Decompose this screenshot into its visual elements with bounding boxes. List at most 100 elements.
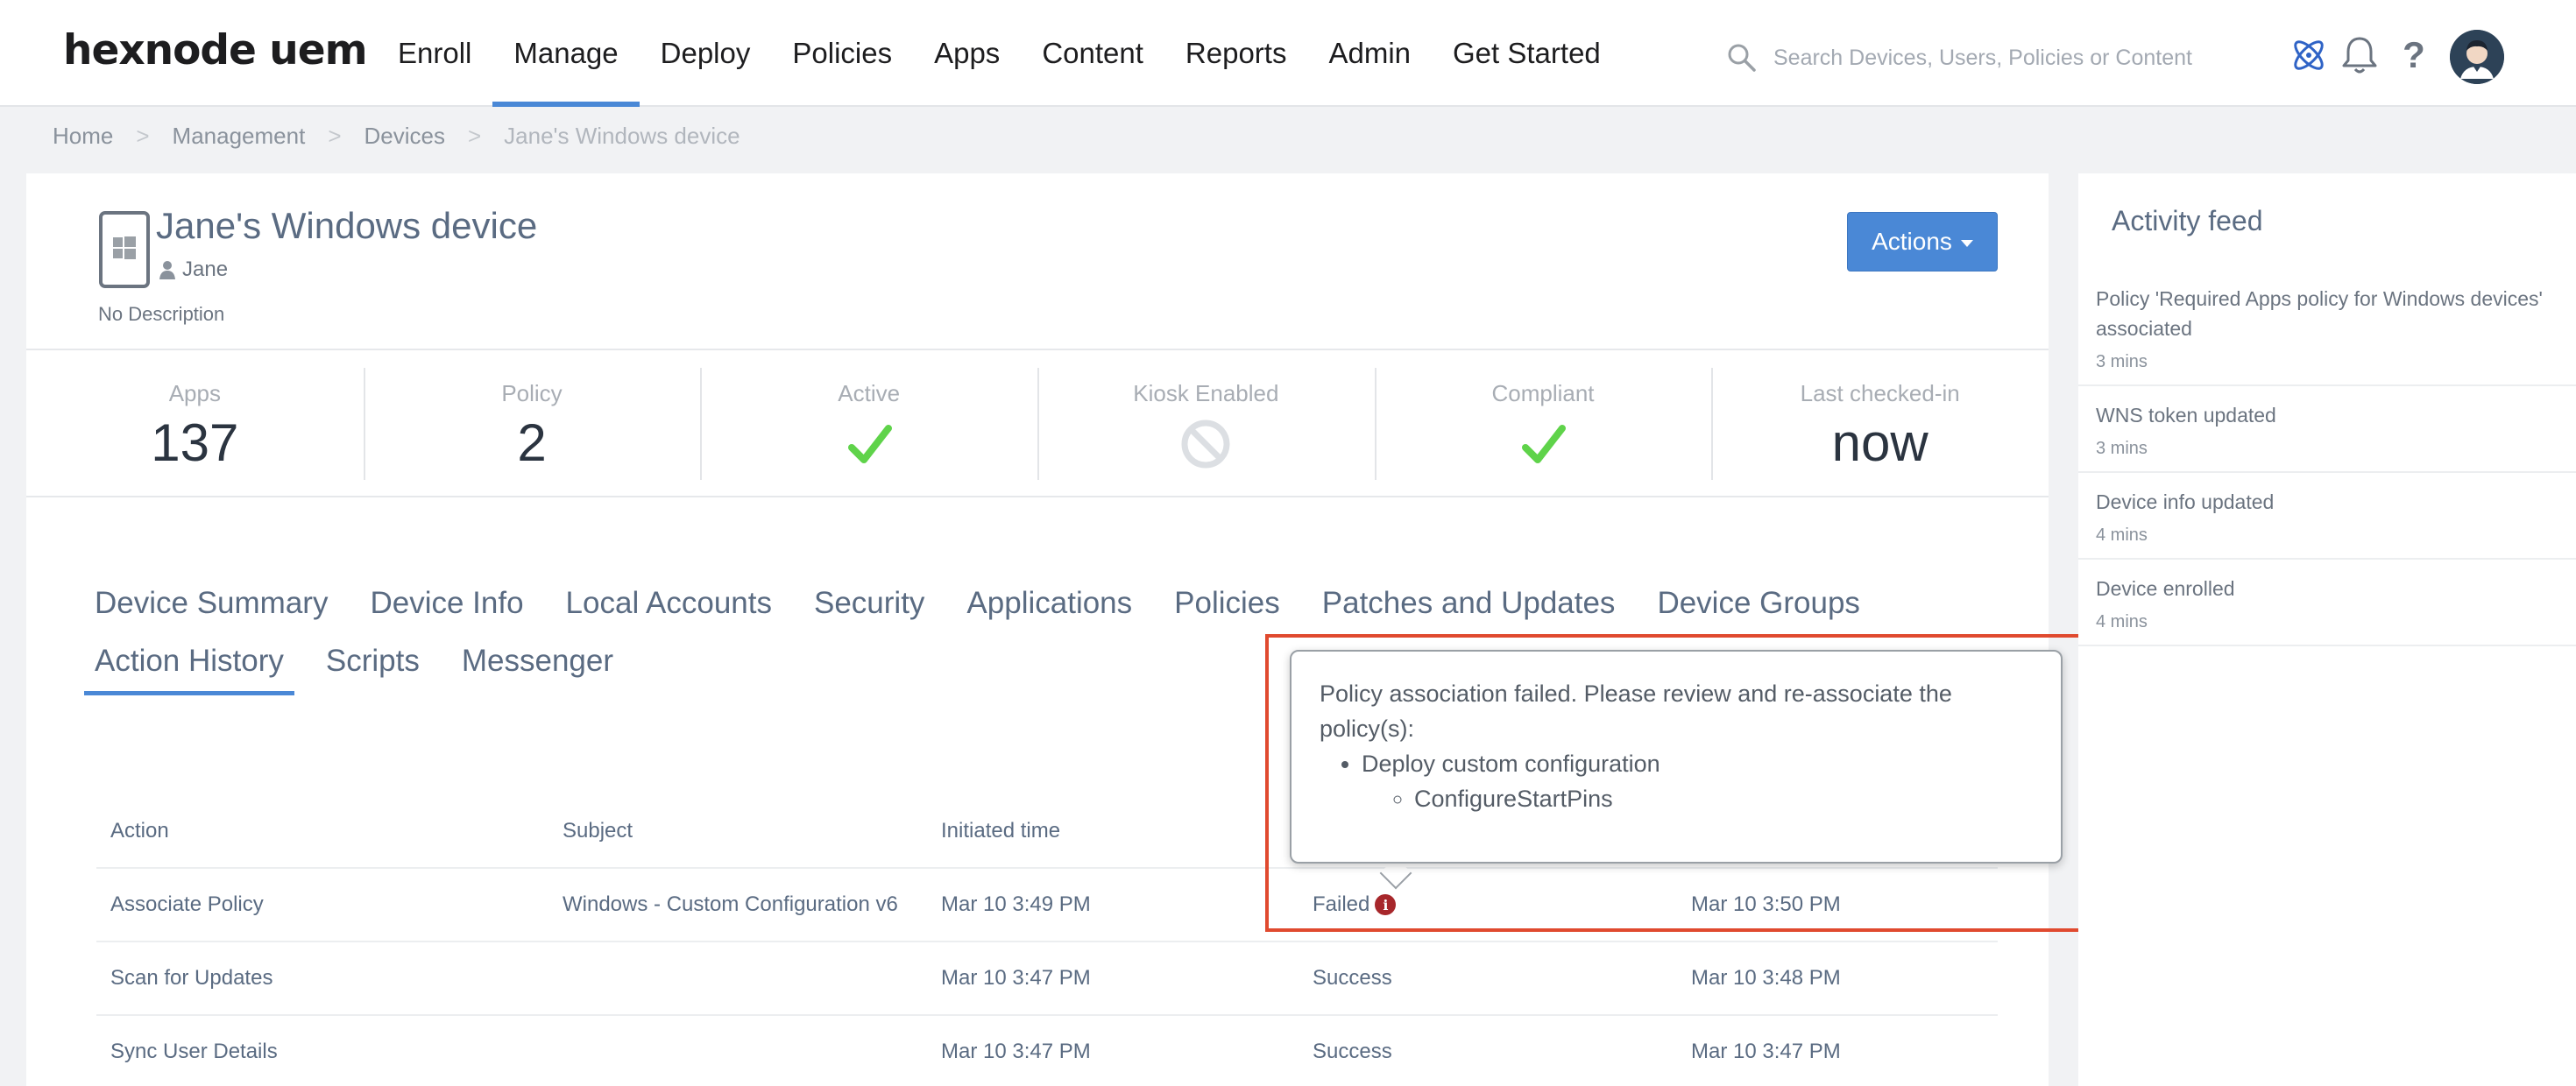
disabled-icon [1181,420,1230,469]
feed-item-time: 4 mins [2096,612,2148,631]
feed-item: Device enrolled 4 mins [2078,560,2576,646]
windows-tablet-icon [99,211,150,288]
feed-item-text: Device info updated [2096,490,2275,513]
nav-apps[interactable]: Apps [913,0,1021,107]
main-nav: Enroll Manage Deploy Policies Apps Conte… [377,0,1622,107]
hexnode-logo[interactable]: hexnode uem [63,26,368,74]
stat-label: Apps [168,380,221,406]
actions-button-label: Actions [1872,228,1952,255]
tab-action-history[interactable]: Action History [84,632,294,695]
feed-item-text: Device enrolled [2096,577,2235,600]
nav-manage[interactable]: Manage [492,0,640,107]
cell-subject[interactable]: Windows - Custom Configuration v6 [563,892,941,917]
tab-security[interactable]: Security [814,575,935,632]
tooltip-list: Deploy custom configuration ConfigureSta… [1362,746,2033,816]
nav-content[interactable]: Content [1021,0,1164,107]
stat-value: now [1831,413,1928,472]
feed-item-time: 3 mins [2096,352,2148,371]
cell-initiated-time: Mar 10 3:47 PM [941,1040,1091,1063]
cell-completed-time: Mar 10 3:48 PM [1691,966,1841,990]
cell-status: Success [1313,966,1691,991]
activity-feed: Activity feed Policy 'Required Apps poli… [2078,173,2576,1086]
breadcrumb-separator: > [136,123,150,149]
tooltip-subitem: ConfigureStartPins [1414,781,2033,816]
help-icon[interactable]: ? [2392,33,2436,77]
stat-value: 2 [517,413,547,472]
nav-policies[interactable]: Policies [771,0,913,107]
column-header-initiated-time[interactable]: Initiated time [941,819,1313,843]
stat-label: Last checked-in [1800,380,1960,406]
breadcrumb-current-device: Jane's Windows device [504,123,740,149]
feed-item-time: 3 mins [2096,439,2148,458]
device-name: Jane's Windows device [156,205,538,246]
bell-icon[interactable] [2338,33,2381,77]
tooltip-item: Deploy custom configuration ConfigureSta… [1362,746,2033,816]
feed-item-time: 4 mins [2096,525,2148,545]
table-row: Sync User Details Mar 10 3:47 PM Success… [96,1016,1998,1086]
breadcrumb: Home > Management > Devices > Jane's Win… [53,123,740,150]
tab-messenger[interactable]: Messenger [462,632,624,690]
breadcrumb-separator: > [467,123,482,149]
column-header-action[interactable]: Action [96,819,563,843]
device-details-panel: Jane's Windows device Jane No Descriptio… [26,173,2049,1086]
tooltip-message: Policy association failed. Please review… [1320,681,1952,742]
tab-applications[interactable]: Applications [966,575,1143,632]
cell-completed-time: Mar 10 3:47 PM [1691,1040,1841,1063]
breadcrumb-home[interactable]: Home [53,123,113,150]
tab-device-info[interactable]: Device Info [370,575,534,632]
stat-label: Kiosk Enabled [1133,380,1279,406]
atom-icon[interactable] [2287,33,2331,77]
tab-scripts[interactable]: Scripts [326,632,430,690]
stat-value: 137 [151,413,239,472]
stat-kiosk-enabled: Kiosk Enabled [1037,350,1375,496]
breadcrumb-separator: > [328,123,342,149]
check-icon [1522,425,1567,463]
nav-reports[interactable]: Reports [1164,0,1308,107]
cell-status: Failed i [1313,892,1691,917]
info-icon[interactable]: i [1375,894,1397,915]
cell-status: Success [1313,1040,1691,1064]
status-text: Success [1313,1040,1392,1063]
nav-get-started[interactable]: Get Started [1432,0,1622,107]
nav-admin[interactable]: Admin [1307,0,1432,107]
tab-local-accounts[interactable]: Local Accounts [566,575,782,632]
tab-device-summary[interactable]: Device Summary [95,575,338,632]
stat-last-checked-in: Last checked-in now [1711,350,2049,496]
tab-patches-and-updates[interactable]: Patches and Updates [1322,575,1626,632]
cell-action: Sync User Details [110,1040,278,1063]
tab-device-groups[interactable]: Device Groups [1657,575,1870,632]
activity-feed-title: Activity feed [2112,205,2263,236]
breadcrumb-management[interactable]: Management [173,123,306,150]
stat-policy[interactable]: Policy 2 [363,350,701,496]
search-input[interactable] [1773,37,2212,79]
tooltip-item-text: Deploy custom configuration [1362,751,1660,777]
tab-policies[interactable]: Policies [1174,575,1291,632]
cell-initiated-time: Mar 10 3:47 PM [941,966,1091,990]
stat-label: Active [838,380,901,406]
policy-failure-tooltip: Policy association failed. Please review… [1290,650,2063,864]
caret-down-icon [1960,240,1973,247]
nav-deploy[interactable]: Deploy [640,0,772,107]
device-user-name: Jane [182,257,229,281]
search-icon [1728,44,1756,72]
cell-action: Associate Policy [110,892,264,916]
nav-enroll[interactable]: Enroll [377,0,492,107]
stat-active: Active [700,350,1037,496]
stat-label: Compliant [1491,380,1595,406]
feed-item-text: Policy 'Required Apps policy for Windows… [2096,287,2543,340]
device-stats: Apps 137 Policy 2 Active Kiosk Enabled C… [26,349,2049,497]
cell-action: Scan for Updates [110,966,273,990]
top-bar: hexnode uem Enroll Manage Deploy Policie… [0,0,2576,107]
breadcrumb-devices[interactable]: Devices [364,123,445,150]
table-row: Scan for Updates Mar 10 3:47 PM Success … [96,942,1998,1016]
avatar[interactable] [2450,30,2504,84]
device-user[interactable]: Jane [159,257,228,282]
feed-item: Policy 'Required Apps policy for Windows… [2078,270,2576,386]
activity-feed-list: Policy 'Required Apps policy for Windows… [2078,270,2576,646]
column-header-subject[interactable]: Subject [563,819,941,843]
stat-compliant: Compliant [1374,350,1712,496]
stat-apps[interactable]: Apps 137 [26,350,364,496]
feed-item: WNS token updated 3 mins [2078,386,2576,473]
table-row: Associate Policy Windows - Custom Config… [96,869,1998,942]
actions-button[interactable]: Actions [1847,212,1998,272]
